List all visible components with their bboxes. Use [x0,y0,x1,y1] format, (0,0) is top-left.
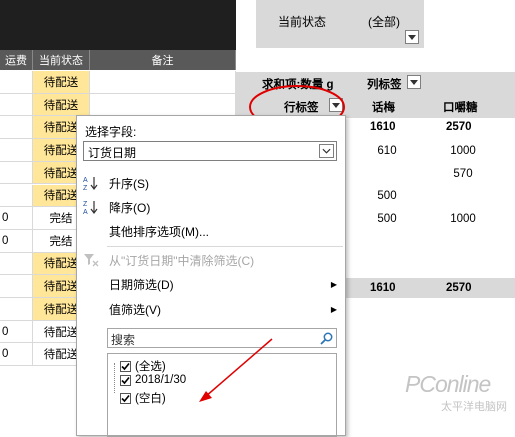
cell-fee[interactable] [0,139,33,162]
column-header-remarks[interactable]: 备注 [90,50,236,70]
cell-fee[interactable] [0,252,33,276]
checkbox-checked-icon[interactable] [120,360,131,372]
chevron-down-icon [322,148,331,154]
menu-separator [107,246,343,247]
annotation-arrow [199,338,273,402]
column-label-dropdown[interactable] [407,75,421,89]
more-sort-options-label: 其他排序选项(M)... [109,224,209,239]
clear-filter-label: 从"订货日期"中清除筛选(C) [109,253,255,268]
cell-fee[interactable] [0,184,33,208]
watermark-logo: PConline 太平洋电脑网 [405,370,513,420]
tree-item-label: 2018/1/30 [135,374,187,386]
sort-ascending-label: 升序(S) [109,176,149,191]
pivot-cell-b[interactable]: 570 [446,168,480,180]
sort-ascending-icon: A Z [83,177,98,191]
watermark-sub: 太平洋电脑网 [441,401,507,413]
pivot-cell-b[interactable]: 1000 [446,145,480,157]
column-header-status[interactable]: 当前状态 [33,50,90,70]
field-select-dropdown[interactable] [319,144,334,158]
cell-fee[interactable]: 0 [0,343,33,367]
pivot-total-a: 1610 [370,282,396,294]
cell-fee[interactable] [0,298,33,321]
select-field-label: 选择字段: [85,125,137,139]
svg-text:Z: Z [83,185,88,191]
cell-fee[interactable]: 0 [0,320,33,344]
pivot-col-header-2: 口嚼糖 [443,102,478,114]
sort-descending-icon: Z A [83,201,98,215]
tree-item-date[interactable]: 2018/1/30 [120,374,186,386]
menu-date-filter[interactable]: 日期筛选(D) ▶ [77,273,345,295]
menu-value-filter[interactable]: 值筛选(V) ▶ [77,298,345,320]
ribbon-dark-area [0,0,236,50]
cell-fee[interactable] [0,116,33,140]
chevron-down-icon [410,79,418,85]
svg-text:A: A [83,177,88,184]
watermark-brand: PConline [405,371,491,397]
pivot-filter-value: (全部) [368,15,400,29]
sort-descending-label: 降序(O) [109,200,151,215]
pivot-cell-a[interactable]: 1610 [370,121,404,133]
cell-fee[interactable] [0,93,33,117]
cell-remarks[interactable] [90,93,236,117]
svg-text:A: A [83,209,88,215]
cell-status[interactable]: 待配送 [33,71,90,94]
pivot-total-b: 2570 [446,282,472,294]
value-filter-label: 值筛选(V) [109,302,161,317]
menu-sort-descending[interactable]: Z A 降序(O) [77,196,345,218]
field-select-value: 订货日期 [88,146,137,160]
pivot-col-header-1: 话梅 [372,102,395,114]
tree-item-blank[interactable]: (空白) [120,390,166,406]
checkbox-checked-icon[interactable] [120,374,131,386]
cell-fee[interactable] [0,275,33,298]
search-placeholder: 搜索 [111,333,136,347]
svg-text:Z: Z [83,201,88,208]
menu-sort-ascending[interactable]: A Z 升序(S) [77,172,345,194]
menu-clear-filter[interactable]: 从"订货日期"中清除筛选(C) [77,249,345,271]
submenu-arrow-icon: ▶ [330,279,337,289]
search-icon [320,332,333,345]
cell-fee[interactable]: 0 [0,229,33,253]
tree-item-select-all[interactable]: (全选) [120,358,166,374]
date-filter-label: 日期筛选(D) [109,277,174,292]
tree-item-label: (全选) [135,361,166,373]
pivot-cell-a[interactable]: 500 [370,213,404,225]
pivot-cell-b[interactable]: 1000 [446,213,480,225]
filter-dropdown-button[interactable] [405,30,419,44]
cell-status[interactable]: 待配送 [33,93,90,117]
pivot-cell-a[interactable]: 610 [370,145,404,157]
cell-remarks[interactable] [90,71,236,94]
cell-fee[interactable]: 0 [0,207,33,230]
pivot-cell-a[interactable]: 500 [370,190,404,202]
menu-more-sort-options[interactable]: 其他排序选项(M)... [77,220,345,242]
pivot-column-label: 列标签 [367,79,402,91]
chevron-down-icon [408,34,416,40]
pivot-filter-label: 当前状态 [278,15,327,29]
column-header-fee[interactable]: 运费 [0,50,33,70]
pivot-cell-b[interactable]: 2570 [446,121,480,133]
submenu-arrow-icon: ▶ [330,304,337,314]
clear-filter-icon [84,254,99,267]
tree-line [114,363,115,393]
field-select[interactable]: 订货日期 [83,141,337,161]
tree-item-label: (空白) [135,393,166,405]
cell-fee[interactable] [0,161,33,185]
checkbox-checked-icon[interactable] [120,392,131,404]
cell-fee[interactable] [0,71,33,94]
